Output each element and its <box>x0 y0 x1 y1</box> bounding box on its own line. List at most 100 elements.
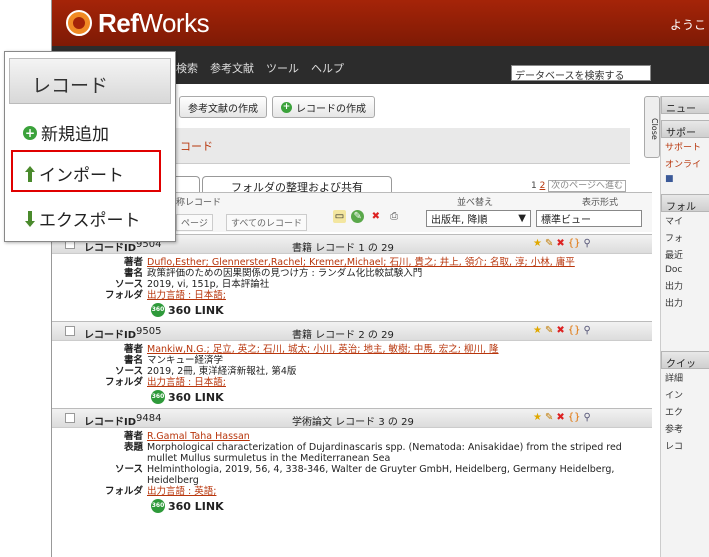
format-value: 標準ビュー <box>541 215 591 226</box>
star-icon[interactable]: ★ <box>533 238 542 249</box>
all-records-radio[interactable]: すべてのレコード <box>226 214 308 231</box>
menu-tools[interactable]: ツール <box>266 60 299 76</box>
create-bibliography-label: 参考文献の作成 <box>188 103 258 115</box>
record-body: 著者 Mankiw,N.G.; 足立, 英之; 石川, 城太; 小川, 英治; 地… <box>52 341 652 408</box>
star-icon[interactable]: ★ <box>533 325 542 336</box>
close-panel-tab[interactable]: Close <box>644 96 660 158</box>
source-value: 2019, 2冊, 東洋経済新報社, 第4版 <box>147 366 297 377</box>
folders-header[interactable]: フォル <box>661 194 709 212</box>
360-link-label: 360 LINK <box>168 390 224 404</box>
quick-access-header[interactable]: クイッ <box>661 351 709 369</box>
edit-icon[interactable]: ✎ <box>545 412 553 423</box>
folder-item[interactable]: Doc <box>661 263 709 277</box>
record-3: レコードID 9484 学術論文 レコード 3 の 29 ★ ✎ ✖ {} ⚲ … <box>52 408 652 517</box>
search-icon[interactable]: ⚲ <box>583 412 590 423</box>
folder-item[interactable]: フォ <box>661 229 709 246</box>
braces-icon[interactable]: {} <box>568 238 581 249</box>
quick-item[interactable]: エク <box>661 403 709 420</box>
field-label: 書名 <box>123 355 143 366</box>
delete-icon[interactable]: ✖ <box>556 412 564 423</box>
quick-item[interactable]: 参考 <box>661 420 709 437</box>
record-checkbox[interactable] <box>65 413 75 423</box>
title-value: 政策評価のための因果関係の見つけ方 : ランダム化比較試験入門 <box>147 268 423 279</box>
quick-item[interactable]: 詳細 <box>661 369 709 386</box>
record-body: 著者 R.Gamal Taha Hassan 表題 Morphological ch… <box>52 428 652 517</box>
sort-select[interactable]: 出版年, 降順 ▼ <box>426 210 531 227</box>
360-link-icon: 360 <box>151 499 165 513</box>
360-link-label: 360 LINK <box>168 499 224 513</box>
record-actions: ★ ✎ ✖ {} ⚲ <box>533 325 591 336</box>
support-header[interactable]: サポー <box>661 120 709 138</box>
sort-value: 出版年, 降順 <box>431 215 488 226</box>
sort-label: 並べ替え <box>457 198 494 208</box>
folder-item[interactable]: 出力 <box>661 277 709 294</box>
delete-icon[interactable]: ✖ <box>556 325 564 336</box>
authors-link[interactable]: R.Gamal Taha Hassan <box>147 431 652 442</box>
record-actions: ★ ✎ ✖ {} ⚲ <box>533 412 591 423</box>
format-select[interactable]: 標準ビュー <box>536 210 642 227</box>
edit-icon[interactable]: ✎ <box>545 238 553 249</box>
refworks-logo[interactable]: RefWorks <box>66 7 210 38</box>
menu-help[interactable]: ヘルプ <box>311 60 344 76</box>
print-icon[interactable]: ⎙ <box>388 210 401 223</box>
record-checkbox[interactable] <box>65 326 75 336</box>
authors-link[interactable]: Duflo,Esther; Glennerster,Rachel; Kremer… <box>147 257 652 268</box>
support-link[interactable]: サポート <box>661 138 709 155</box>
records-menu-header[interactable]: レコード <box>9 58 171 104</box>
folder-link[interactable]: 出力言語 : 日本語; <box>147 290 652 301</box>
logo-text-works: Works <box>138 7 210 38</box>
create-bibliography-button[interactable]: 参考文献の作成 <box>179 96 267 118</box>
delete-icon[interactable]: ✖ <box>369 210 382 223</box>
field-label: 著者 <box>123 344 143 355</box>
field-label: 著者 <box>123 257 143 268</box>
360-link-button[interactable]: 360 360 LINK <box>151 390 652 404</box>
quick-item[interactable]: レコ <box>661 437 709 454</box>
edit-circle-icon[interactable]: ✎ <box>351 210 365 223</box>
record-id-label: レコードID <box>84 417 137 428</box>
search-icon[interactable]: ⚲ <box>583 325 590 336</box>
export-menu-item[interactable]: エクスポート <box>25 206 141 231</box>
record-list: レコードID 9504 書籍 レコード 1 の 29 ★ ✎ ✖ {} ⚲ 著者… <box>52 234 652 517</box>
360-link-label: 360 LINK <box>168 303 224 317</box>
folder-icon[interactable]: ▭ <box>333 210 346 223</box>
title-value: Morphological characterization of Dujard… <box>147 442 622 464</box>
record-type: 書籍 レコード 1 の 29 <box>292 243 394 254</box>
360-link-button[interactable]: 360 360 LINK <box>151 303 652 317</box>
database-search-input[interactable]: データベースを検索する <box>511 65 651 82</box>
folder-link[interactable]: 出力言語 : 日本語; <box>147 377 652 388</box>
next-page-button[interactable]: 次のページへ進む <box>548 180 626 192</box>
menu-references[interactable]: 参考文献 <box>210 60 254 76</box>
welcome-text: ようこ <box>669 18 706 32</box>
edit-icon[interactable]: ✎ <box>545 325 553 336</box>
folder-link[interactable]: 出力言語 : 英語; <box>147 486 652 497</box>
import-highlight-box <box>11 150 161 192</box>
title-value: マンキュー経済学 <box>147 355 224 366</box>
folder-item[interactable]: 最近 <box>661 246 709 263</box>
folder-item[interactable]: マイ <box>661 212 709 229</box>
new-record-menu-item[interactable]: + 新規追加 <box>23 120 109 145</box>
record-header: レコードID 9505 書籍 レコード 2 の 29 ★ ✎ ✖ {} ⚲ <box>52 321 652 341</box>
braces-icon[interactable]: {} <box>568 412 581 423</box>
news-header[interactable]: ニュー <box>661 96 709 114</box>
quick-item[interactable]: イン <box>661 386 709 403</box>
star-icon[interactable]: ★ <box>533 412 542 423</box>
pager: 1 2 次のページへ進む <box>531 178 626 192</box>
360-link-button[interactable]: 360 360 LINK <box>151 499 652 513</box>
page-2-link[interactable]: 2 <box>540 181 546 191</box>
facebook-icon[interactable]: ■ <box>665 174 674 184</box>
online-link[interactable]: オンライ <box>661 155 709 172</box>
braces-icon[interactable]: {} <box>568 325 581 336</box>
delete-icon[interactable]: ✖ <box>556 238 564 249</box>
record-action-icons: ▭ ✎ ✖ ⎙ <box>332 210 402 223</box>
menu-search[interactable]: 検索 <box>176 60 198 76</box>
field-label: フォルダ <box>104 377 143 388</box>
search-icon[interactable]: ⚲ <box>583 238 590 249</box>
page-radio[interactable]: ページ <box>176 214 213 231</box>
field-label: ソース <box>114 464 143 475</box>
folder-item[interactable]: 出力 <box>661 294 709 311</box>
field-label: ソース <box>114 366 143 377</box>
authors-link[interactable]: Mankiw,N.G.; 足立, 英之; 石川, 城太; 小川, 英治; 地主,… <box>147 344 652 355</box>
chevron-down-icon: ▼ <box>518 213 526 224</box>
record-id-label: レコードID <box>84 330 137 341</box>
create-record-button[interactable]: + レコードの作成 <box>272 96 375 118</box>
